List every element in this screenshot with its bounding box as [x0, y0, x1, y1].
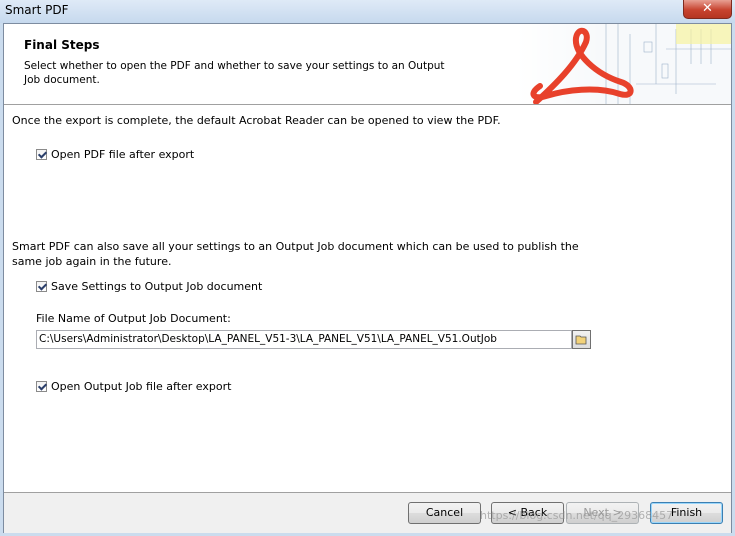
step-title: Final Steps [24, 38, 100, 52]
wizard-header: Final Steps Select whether to open the P… [4, 24, 731, 105]
open-pdf-option[interactable]: Open PDF file after export [36, 148, 194, 161]
browse-folder-button[interactable] [572, 330, 591, 349]
save-settings-checkbox[interactable] [36, 281, 47, 292]
folder-icon [575, 335, 587, 345]
open-pdf-checkbox[interactable] [36, 149, 47, 160]
open-outjob-label: Open Output Job file after export [51, 380, 232, 393]
window-titlebar: Smart PDF ✕ [0, 0, 735, 23]
save-info-text: Smart PDF can also save all your setting… [12, 240, 579, 268]
step-subtitle: Select whether to open the PDF and wheth… [24, 60, 445, 86]
cancel-button[interactable]: Cancel [408, 502, 481, 524]
dialog-client: Final Steps Select whether to open the P… [3, 23, 732, 533]
output-job-path-input[interactable]: C:\Users\Administrator\Desktop\LA_PANEL_… [36, 330, 572, 349]
acrobat-banner-image [516, 24, 731, 104]
file-name-label: File Name of Output Job Document: [36, 312, 231, 325]
watermark-text: https://blog.csdn.net/qq_29368457 [480, 509, 674, 522]
open-pdf-label: Open PDF file after export [51, 148, 195, 161]
open-outjob-checkbox[interactable] [36, 381, 47, 392]
export-intro-text: Once the export is complete, the default… [12, 114, 501, 127]
save-settings-label: Save Settings to Output Job document [51, 280, 263, 293]
close-button[interactable]: ✕ [683, 0, 732, 19]
window-title: Smart PDF [5, 3, 69, 17]
save-settings-option[interactable]: Save Settings to Output Job document [36, 280, 262, 293]
open-outjob-option[interactable]: Open Output Job file after export [36, 380, 231, 393]
